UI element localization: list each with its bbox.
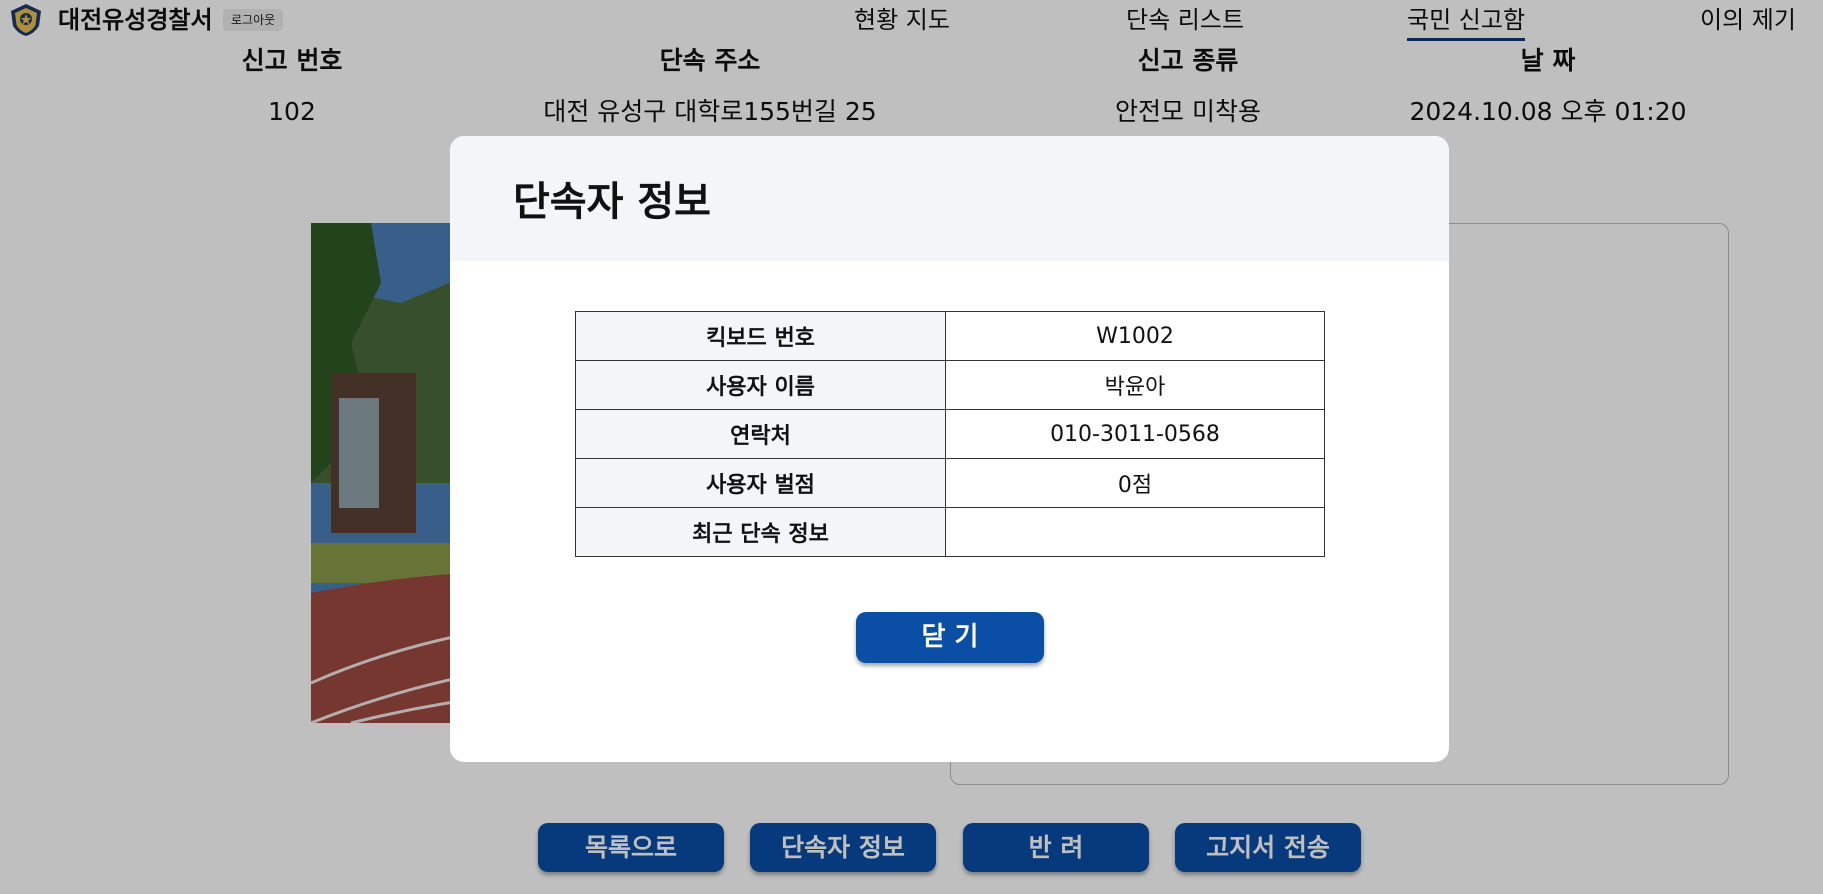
modal-header: 단속자 정보: [450, 136, 1449, 261]
table-row: 사용자 이름 박윤아: [575, 360, 1325, 410]
user-name-value: 박윤아: [945, 360, 1325, 410]
penalty-points-label: 사용자 벌점: [575, 458, 946, 508]
contact-value: 010-3011-0568: [945, 409, 1325, 459]
recent-enforcement-value: [945, 507, 1325, 557]
user-name-label: 사용자 이름: [575, 360, 946, 410]
table-row: 킥보드 번호 W1002: [575, 311, 1325, 361]
contact-label: 연락처: [575, 409, 946, 459]
modal-title: 단속자 정보: [513, 179, 711, 225]
violator-info-table: 킥보드 번호 W1002 사용자 이름 박윤아 연락처 010-3011-056…: [575, 311, 1325, 557]
kickboard-number-value: W1002: [945, 311, 1325, 361]
table-row: 연락처 010-3011-0568: [575, 409, 1325, 459]
close-modal-button[interactable]: 닫 기: [856, 612, 1044, 663]
penalty-points-value: 0점: [945, 458, 1325, 508]
violator-info-modal: 단속자 정보 킥보드 번호 W1002 사용자 이름 박윤아 연락처 010-3…: [450, 136, 1449, 762]
recent-enforcement-label: 최근 단속 정보: [575, 507, 946, 557]
table-row: 최근 단속 정보: [575, 507, 1325, 557]
table-row: 사용자 벌점 0점: [575, 458, 1325, 508]
kickboard-number-label: 킥보드 번호: [575, 311, 946, 361]
